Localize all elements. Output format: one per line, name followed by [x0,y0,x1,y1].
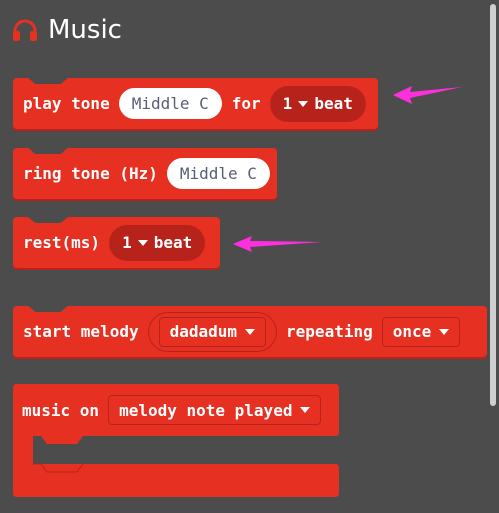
rest-label: rest(ms) [23,233,101,252]
annotation-arrow-icon [393,86,462,104]
music-on-label: music on [22,400,100,420]
beat-value: 1 [122,233,132,252]
note-input[interactable]: Middle C [118,88,222,119]
repeating-label: repeating [286,322,373,341]
play-tone-block[interactable]: play tone Middle C for 1 beat [13,77,378,129]
beat-unit: beat [153,233,193,252]
beat-dropdown[interactable]: 1 beat [109,224,206,261]
category-title: Music [48,15,122,45]
headphones-icon [13,19,37,41]
beat-value: 1 [282,94,293,113]
annotation-arrow-icon [233,236,322,252]
dropdown-arrow-icon [439,328,450,335]
beat-unit: beat [314,94,353,113]
beat-dropdown[interactable]: 1 beat [269,85,366,122]
music-on-block[interactable]: music on melody note played [13,384,339,499]
ring-tone-label: ring tone (Hz) [23,164,158,183]
repeat-dropdown[interactable]: once [381,316,461,347]
ring-tone-block[interactable]: ring tone (Hz) Middle C [13,147,277,199]
melody-value: dadadum [169,322,238,341]
scrollbar[interactable] [490,4,496,406]
note-input[interactable]: Middle C [166,158,270,189]
play-tone-label: play tone [23,94,110,113]
dropdown-arrow-icon [298,100,309,107]
start-melody-block[interactable]: start melody dadadum repeating once [13,305,487,357]
dropdown-arrow-icon [245,328,256,335]
event-value: melody note played [119,400,293,420]
for-label: for [231,94,261,113]
dropdown-arrow-icon [300,407,311,413]
rest-block[interactable]: rest(ms) 1 beat [13,216,220,268]
melody-slot: dadadum [147,311,278,352]
event-dropdown[interactable]: melody note played [108,395,322,425]
melody-dropdown[interactable]: dadadum [158,316,267,347]
dropdown-arrow-icon [137,239,148,246]
category-header: Music [12,10,122,50]
repeat-value: once [392,322,432,341]
start-melody-label: start melody [23,322,139,341]
